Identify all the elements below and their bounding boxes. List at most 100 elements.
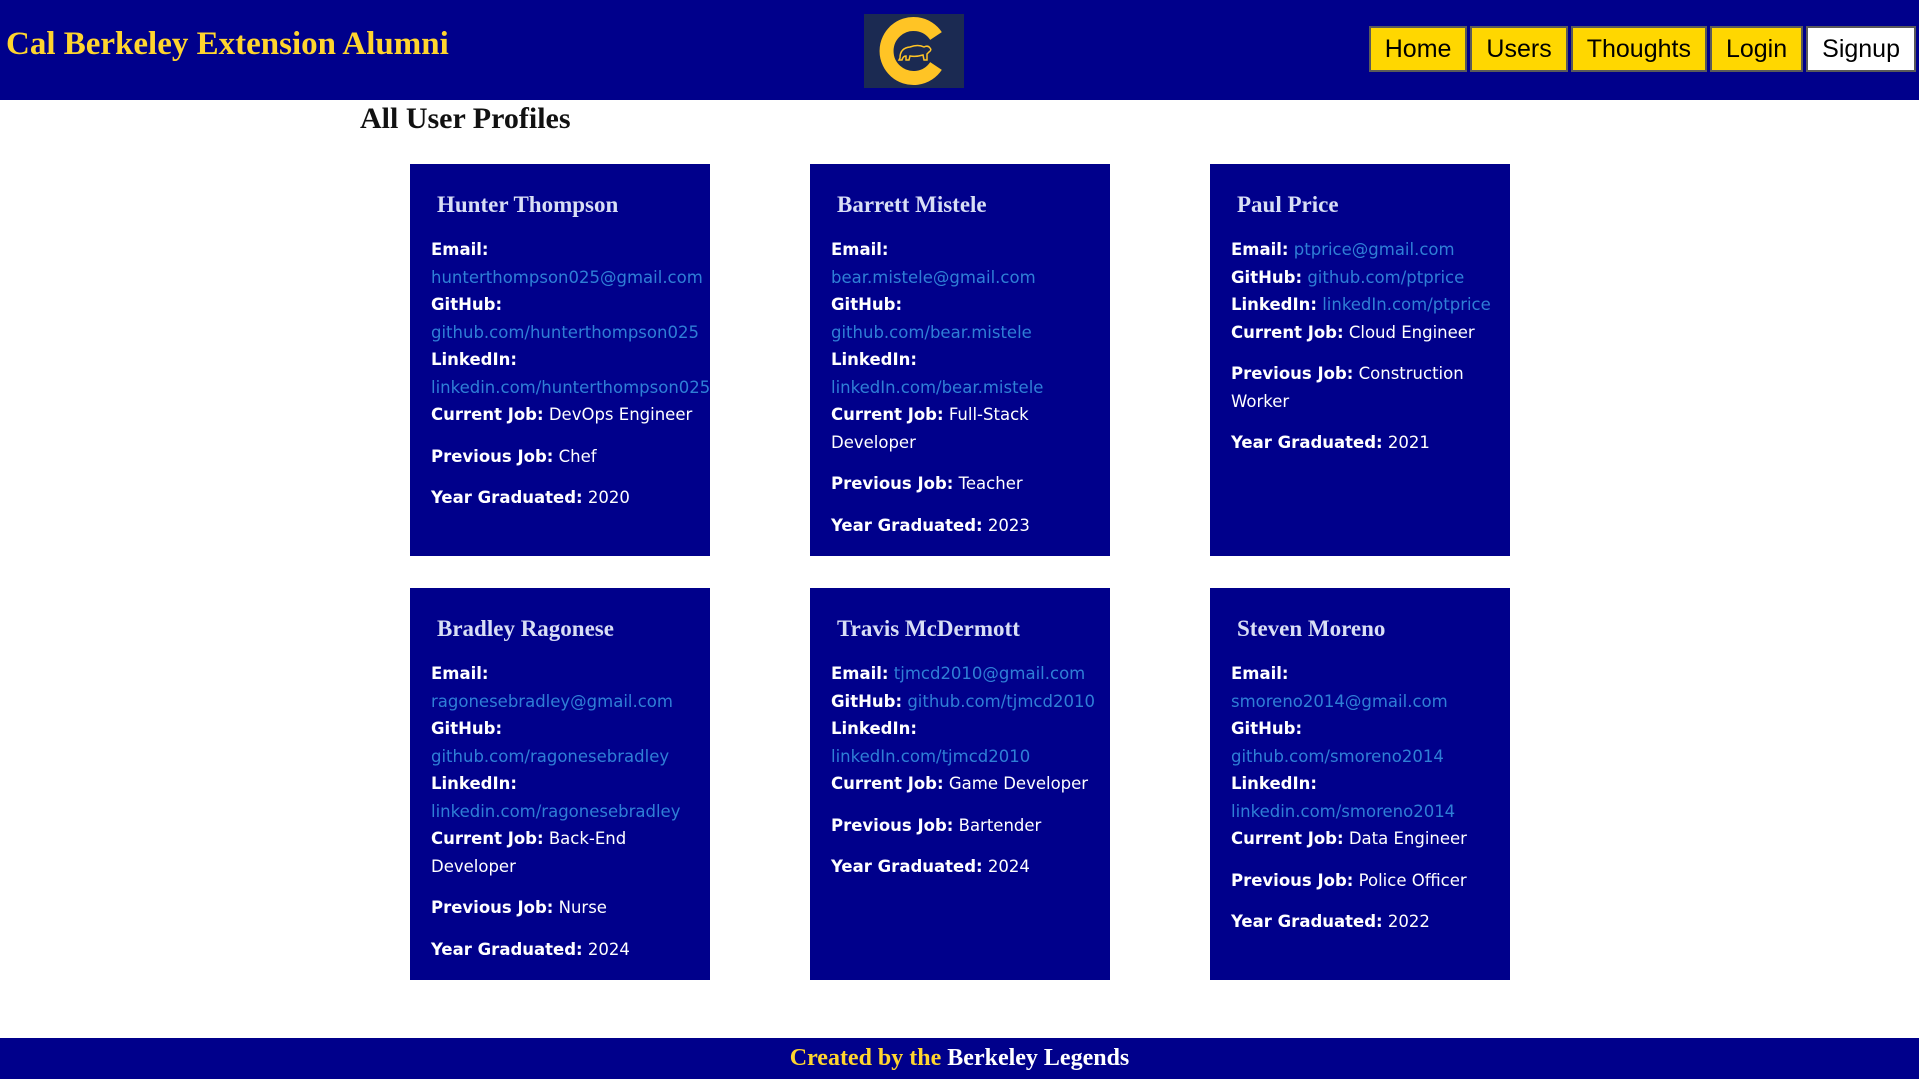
linkedin-label: LinkedIn: [1231,295,1317,314]
user-name: Barrett Mistele [837,192,987,217]
github-field: GitHub: github.com/smoreno2014 [1231,715,1498,770]
github-label: GitHub: [1231,267,1303,287]
email-field: Email: ragonesebradley@gmail.com [431,660,698,715]
email-field: Email: bear.mistele@gmail.com [831,236,1098,291]
user-name: Hunter Thompson [437,192,619,217]
github-field: GitHub: github.com/bear.mistele [831,291,1098,346]
current-job-value: Game Developer [948,774,1089,793]
email-link[interactable]: hunterthompson025@gmail.com [431,268,703,287]
current-job-label: Current Job: [431,405,544,424]
user-name: Travis McDermott [837,616,1020,641]
nav-login-button[interactable]: Login [1709,26,1804,72]
current-job-label: Current Job: [831,405,944,424]
previous-job-field: Previous Job: Nurse [431,894,698,922]
year-graduated-field: Year Graduated: 2020 [431,484,698,512]
linkedin-link[interactable]: linkedIn.com/bear.mistele [831,378,1043,397]
nav-signup-button[interactable]: Signup [1806,26,1916,72]
year-graduated-value: 2020 [587,488,630,507]
user-card: Paul Price Email: ptprice@gmail.com GitH… [1210,164,1510,556]
github-link[interactable]: github.com/hunterthompson025 [431,323,699,342]
previous-job-value: Police Officer [1358,870,1467,890]
linkedin-label: LinkedIn: [431,774,517,793]
nav-home-button[interactable]: Home [1368,26,1468,72]
linkedin-field: LinkedIn: linkedin.com/hunterthompson025 [431,346,710,401]
email-label: Email: [1231,240,1289,259]
linkedin-field: LinkedIn: linkedin.com/ragonesebradley [431,770,698,825]
year-graduated-value: 2023 [987,515,1030,535]
linkedin-label: LinkedIn: [431,350,517,369]
linkedin-link[interactable]: linkedin.com/ragonesebradley [431,802,680,821]
previous-job-field: Previous Job: Bartender [831,812,1098,840]
github-label: GitHub: [431,719,503,738]
year-graduated-field: Year Graduated: 2024 [431,936,698,964]
year-graduated-value: 2024 [987,857,1030,876]
previous-job-label: Previous Job: [831,815,954,835]
previous-job-value: Chef [558,446,597,466]
email-field: Email: ptprice@gmail.com [1231,236,1498,264]
previous-job-label: Previous Job: [831,474,954,493]
previous-job-field: Previous Job: Teacher [831,470,1098,498]
email-link[interactable]: ragonesebradley@gmail.com [431,692,673,711]
linkedin-link[interactable]: linkedin.com/hunterthompson025 [431,378,710,397]
email-label: Email: [831,664,889,683]
github-link[interactable]: github.com/ptprice [1307,268,1464,287]
user-card: Barrett Mistele Email: bear.mistele@gmai… [810,164,1110,556]
page-title: All User Profiles [360,102,571,135]
previous-job-value: Bartender [958,815,1042,835]
previous-job-value: Nurse [558,898,607,917]
linkedin-label: LinkedIn: [831,350,917,369]
email-link[interactable]: ptprice@gmail.com [1294,240,1455,259]
linkedin-label: LinkedIn: [1231,774,1317,793]
year-graduated-field: Year Graduated: 2023 [831,512,1098,540]
previous-job-label: Previous Job: [1231,364,1354,383]
email-link[interactable]: smoreno2014@gmail.com [1231,692,1448,711]
previous-job-field: Previous Job: Police Officer [1231,867,1498,895]
linkedin-link[interactable]: linkedin.com/smoreno2014 [1231,802,1455,821]
user-name: Steven Moreno [1237,616,1386,641]
site-title: Cal Berkeley Extension Alumni [6,26,449,62]
footer-credit-prefix: Created by the [789,1045,942,1071]
current-job-field: Current Job: Full-Stack Developer [831,401,1098,456]
email-link[interactable]: tjmcd2010@gmail.com [894,664,1085,683]
linkedin-link[interactable]: linkedIn.com/tjmcd2010 [831,747,1030,766]
previous-job-field: Previous Job: Chef [431,443,698,471]
github-link[interactable]: github.com/ragonesebradley [431,747,669,766]
github-link[interactable]: github.com/bear.mistele [831,323,1032,342]
year-graduated-field: Year Graduated: 2024 [831,853,1098,881]
user-name: Bradley Ragonese [437,616,614,641]
user-card: Travis McDermott Email: tjmcd2010@gmail.… [810,588,1110,980]
footer-credit-team: Berkeley Legends [947,1045,1130,1071]
linkedin-field: LinkedIn: linkedIn.com/tjmcd2010 [831,715,1098,770]
email-label: Email: [431,240,489,259]
current-job-value: DevOps Engineer [548,405,693,424]
year-graduated-value: 2024 [587,939,630,959]
linkedin-field: LinkedIn: linkedIn.com/ptprice [1231,291,1498,319]
year-graduated-label: Year Graduated: [431,939,583,959]
email-link[interactable]: bear.mistele@gmail.com [831,268,1036,287]
github-label: GitHub: [831,691,903,711]
current-job-field: Current Job: Data Engineer [1231,825,1498,853]
nav-thoughts-button[interactable]: Thoughts [1570,26,1707,72]
github-link[interactable]: github.com/smoreno2014 [1231,747,1444,766]
current-job-value: Cloud Engineer [1348,322,1475,342]
cal-bear-logo-icon [864,14,964,88]
github-field: GitHub: github.com/ptprice [1231,264,1498,292]
current-job-field: Current Job: Game Developer [831,770,1098,798]
user-name: Paul Price [1237,192,1339,217]
linkedin-link[interactable]: linkedIn.com/ptprice [1322,295,1491,314]
github-label: GitHub: [431,295,503,314]
github-field: GitHub: github.com/hunterthompson025 [431,291,699,346]
year-graduated-value: 2022 [1387,912,1430,931]
previous-job-value: Teacher [958,474,1023,493]
current-job-label: Current Job: [831,774,944,793]
user-card: Bradley Ragonese Email: ragonesebradley@g… [410,588,710,980]
previous-job-label: Previous Job: [431,898,554,917]
nav-users-button[interactable]: Users [1470,26,1568,72]
current-job-label: Current Job: [1231,322,1344,342]
main-nav: Home Users Thoughts Login Signup [1368,26,1916,72]
github-link[interactable]: github.com/tjmcd2010 [907,692,1095,711]
year-graduated-label: Year Graduated: [431,488,583,507]
user-card: Steven Moreno Email: smoreno2014@gmail.co… [1210,588,1510,980]
previous-job-label: Previous Job: [431,446,554,466]
site-footer: Created by the Berkeley Legends [0,1038,1919,1079]
